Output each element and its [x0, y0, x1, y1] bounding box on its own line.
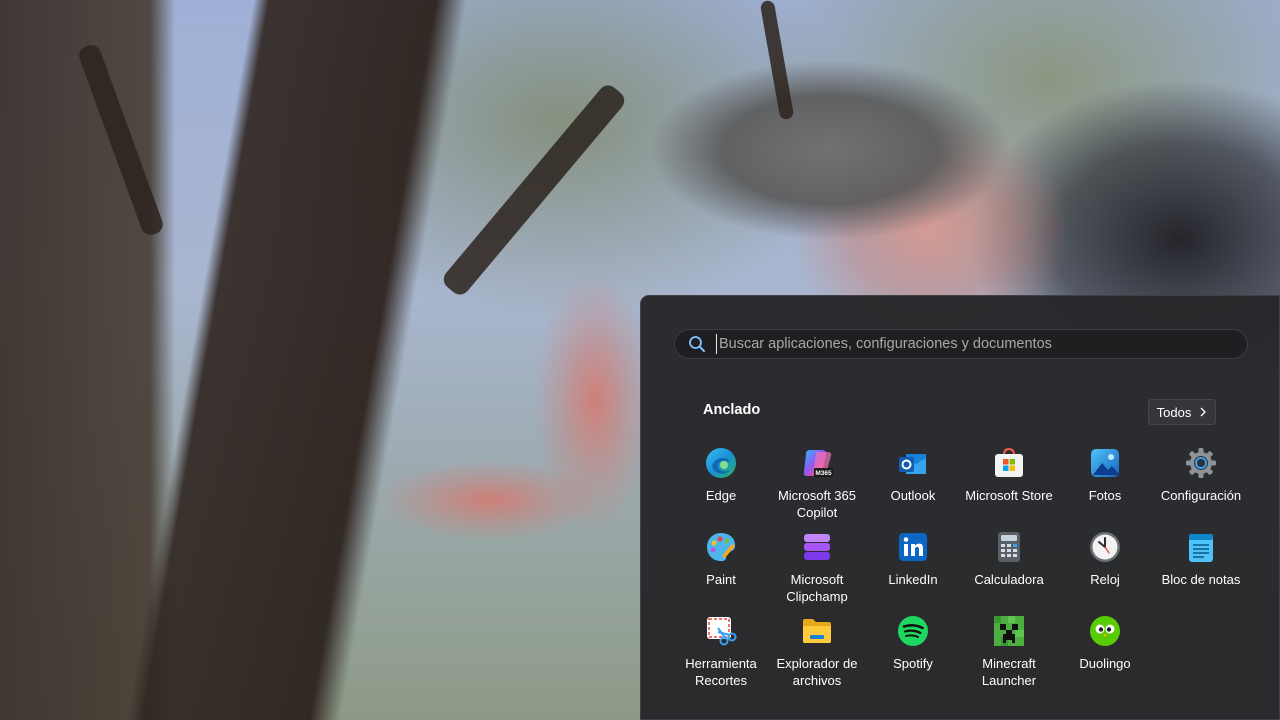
app-label: Reloj	[1090, 572, 1120, 587]
app-paint[interactable]: Paint	[673, 528, 769, 612]
app-spotify[interactable]: Spotify	[865, 612, 961, 696]
linkedin-icon	[896, 530, 930, 564]
app-linkedin[interactable]: LinkedIn	[865, 528, 961, 612]
notepad-icon	[1184, 530, 1218, 564]
app-m365-copilot[interactable]: M365 Microsoft 365 Copilot	[769, 444, 865, 528]
chevron-right-icon	[1199, 405, 1207, 420]
start-menu: Anclado Todos Edge	[640, 295, 1280, 720]
app-label: Microsoft Clipchamp	[786, 572, 848, 604]
app-minecraft-launcher[interactable]: Minecraft Launcher	[961, 612, 1057, 696]
app-microsoft-store[interactable]: Microsoft Store	[961, 444, 1057, 528]
app-reloj[interactable]: Reloj	[1057, 528, 1153, 612]
app-label: Microsoft Store	[965, 488, 1053, 503]
app-label: Bloc de notas	[1161, 572, 1241, 587]
clock-icon	[1088, 530, 1122, 564]
app-label: Calculadora	[974, 572, 1044, 587]
folder-icon	[800, 614, 834, 648]
app-label: Herramienta Recortes	[685, 656, 757, 688]
app-outlook[interactable]: Outlook	[865, 444, 961, 528]
app-label: Paint	[706, 572, 736, 587]
app-label: Duolingo	[1079, 656, 1131, 671]
wallpaper-branch	[76, 42, 166, 238]
app-label: Edge	[705, 488, 737, 503]
wallpaper-branch	[439, 81, 629, 299]
app-clipchamp[interactable]: Microsoft Clipchamp	[769, 528, 865, 612]
store-icon	[992, 446, 1026, 480]
duolingo-icon	[1088, 614, 1122, 648]
spotify-icon	[896, 614, 930, 648]
search-input[interactable]	[716, 334, 1241, 354]
app-herramienta-recortes[interactable]: Herramienta Recortes	[673, 612, 769, 696]
app-label: Spotify	[893, 656, 933, 671]
all-apps-label: Todos	[1156, 404, 1192, 420]
app-label: Configuración	[1160, 488, 1242, 503]
app-label: Outlook	[890, 488, 936, 503]
clipchamp-icon	[800, 530, 834, 564]
app-label: LinkedIn	[888, 572, 938, 587]
edge-icon	[704, 446, 738, 480]
snipping-tool-icon	[704, 614, 738, 648]
app-label: Fotos	[1088, 488, 1122, 503]
app-calculadora[interactable]: Calculadora	[961, 528, 1057, 612]
pinned-title: Anclado	[703, 402, 761, 418]
app-edge[interactable]: Edge	[673, 444, 769, 528]
app-duolingo[interactable]: Duolingo	[1057, 612, 1153, 696]
outlook-icon	[896, 446, 930, 480]
photos-icon	[1088, 446, 1122, 480]
gear-icon	[1184, 446, 1218, 480]
app-bloc-de-notas[interactable]: Bloc de notas	[1153, 528, 1249, 612]
app-label: Minecraft Launcher	[981, 656, 1037, 688]
app-explorador-de-archivos[interactable]: Explorador de archivos	[769, 612, 865, 696]
pinned-apps-grid: Edge M365 Microsoft 365 Copilot Outlook …	[673, 444, 1249, 696]
search-box[interactable]	[674, 329, 1248, 359]
wallpaper-branch	[759, 0, 795, 121]
app-label: Explorador de archivos	[776, 656, 858, 688]
app-configuracion[interactable]: Configuración	[1153, 444, 1249, 528]
paint-icon	[704, 530, 738, 564]
search-icon	[687, 334, 707, 354]
all-apps-button[interactable]: Todos	[1148, 399, 1216, 425]
app-label: Microsoft 365 Copilot	[777, 488, 857, 520]
minecraft-icon	[992, 614, 1026, 648]
calculator-icon	[992, 530, 1026, 564]
m365-copilot-icon: M365	[800, 446, 834, 480]
m365-badge-text: M365	[815, 470, 832, 477]
app-fotos[interactable]: Fotos	[1057, 444, 1153, 528]
